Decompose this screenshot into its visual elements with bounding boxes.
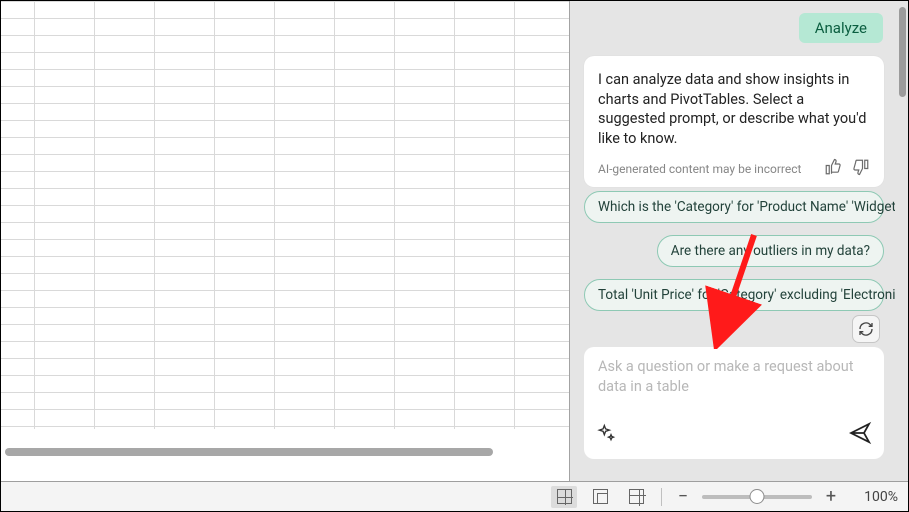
app-window: Analyze I can analyze data and show insi… (0, 0, 909, 512)
refresh-suggestions-button[interactable] (852, 315, 880, 343)
zoom-out-button[interactable]: − (674, 488, 692, 506)
thumbs-up-icon[interactable] (824, 158, 842, 179)
panel-scrollbar[interactable] (895, 1, 908, 481)
analyze-tag[interactable]: Analyze (799, 13, 883, 43)
assistant-message-card: I can analyze data and show insights in … (584, 56, 884, 187)
grid-view-icon (557, 489, 572, 504)
panel-scroll-thumb[interactable] (899, 7, 906, 97)
suggestion-chip[interactable]: Which is the 'Category' for 'Product Nam… (584, 191, 884, 223)
suggestion-chip[interactable]: Are there any outliers in my data? (657, 235, 884, 267)
page-break-icon (629, 489, 644, 504)
suggestion-chip[interactable]: Total 'Unit Price' for 'Category' exclud… (584, 279, 884, 311)
page-layout-icon (593, 489, 608, 504)
view-page-break-button[interactable] (623, 486, 649, 508)
zoom-slider-knob[interactable] (750, 489, 765, 504)
spreadsheet-grid[interactable] (1, 1, 569, 481)
sparkle-icon[interactable] (596, 423, 616, 447)
send-button[interactable] (848, 421, 872, 449)
grid-lines (1, 1, 569, 429)
view-normal-button[interactable] (551, 486, 577, 508)
refresh-icon (858, 321, 874, 337)
content-area: Analyze I can analyze data and show insi… (1, 1, 908, 481)
horizontal-scrollbar[interactable] (5, 445, 565, 461)
ai-disclaimer: AI-generated content may be incorrect (598, 162, 801, 176)
status-bar: − + 100% (1, 481, 908, 511)
prompt-suggestions: Which is the 'Category' for 'Product Nam… (584, 191, 884, 311)
prompt-placeholder: Ask a question or make a request about d… (598, 357, 870, 396)
separator (661, 488, 662, 506)
zoom-in-button[interactable]: + (822, 488, 840, 506)
thumbs-down-icon[interactable] (852, 158, 870, 179)
horizontal-scroll-thumb[interactable] (5, 448, 493, 456)
zoom-level-label[interactable]: 100% (850, 489, 898, 505)
prompt-input-card[interactable]: Ask a question or make a request about d… (584, 347, 884, 459)
zoom-slider[interactable] (702, 495, 812, 499)
assistant-message-text: I can analyze data and show insights in … (598, 70, 870, 148)
view-page-layout-button[interactable] (587, 486, 613, 508)
send-icon (848, 421, 872, 445)
copilot-panel: Analyze I can analyze data and show insi… (569, 1, 908, 481)
